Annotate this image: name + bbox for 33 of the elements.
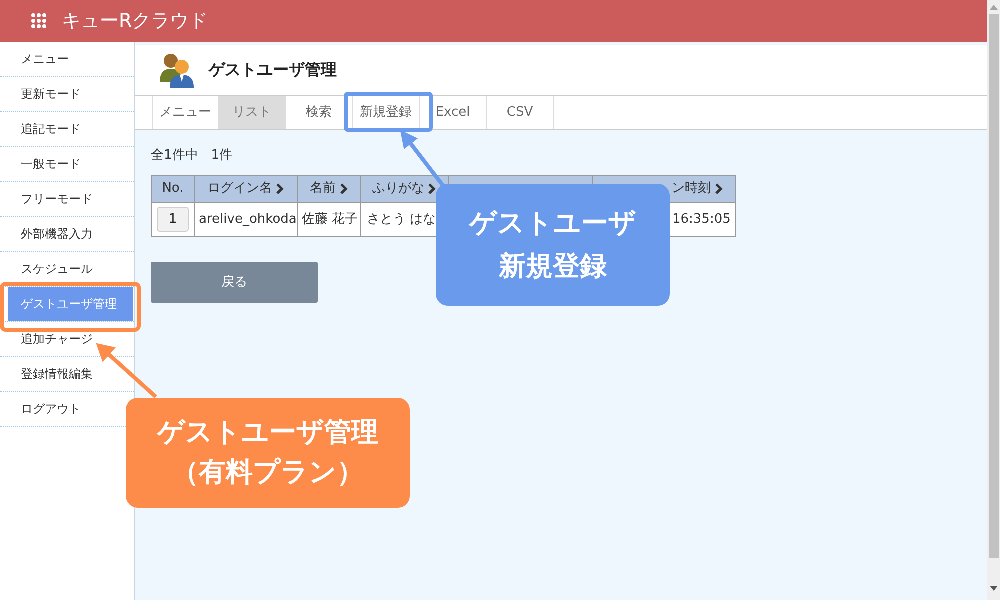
- table-cell: 佐藤 花子: [302, 212, 358, 227]
- table-cell: 16:35:05: [672, 212, 731, 227]
- result-count: 全1件中 1件: [151, 148, 233, 164]
- sidebar-item[interactable]: 登録情報編集: [21, 366, 93, 382]
- sidebar-item[interactable]: 追加チャージ: [21, 331, 93, 347]
- sort-chevron-icon[interactable]: [714, 183, 723, 195]
- table-cell: arelive_ohkoda: [199, 212, 297, 227]
- page-title: ゲストユーザ管理: [209, 59, 337, 81]
- scroll-down-icon[interactable]: [990, 586, 998, 591]
- sort-chevron-icon[interactable]: [340, 183, 348, 195]
- back-button[interactable]: 戻る: [151, 262, 318, 303]
- sidebar-item[interactable]: 一般モード: [21, 156, 81, 172]
- sort-chevron-icon[interactable]: [428, 183, 436, 195]
- sidebar-item[interactable]: メニュー: [21, 51, 69, 67]
- callout-text: ゲストユーザ: [470, 207, 636, 241]
- sidebar-item[interactable]: 更新モード: [21, 86, 81, 102]
- users-icon: [159, 52, 195, 88]
- sidebar-item[interactable]: ログアウト: [21, 401, 81, 417]
- column-header: No.: [162, 180, 184, 198]
- sidebar-item[interactable]: スケジュール: [21, 261, 93, 277]
- callout-text: ゲストユーザ管理: [158, 416, 378, 450]
- row-number-button[interactable]: 1: [157, 207, 189, 232]
- app-title: キューRクラウド: [62, 8, 208, 34]
- sidebar-item[interactable]: フリーモード: [21, 191, 93, 207]
- tab[interactable]: メニュー: [152, 96, 219, 129]
- callout-text: 新規登録: [499, 250, 607, 284]
- table-cell: さとう はな: [366, 212, 436, 227]
- sort-chevron-icon[interactable]: [276, 183, 284, 195]
- scrollbar-thumb[interactable]: [988, 14, 998, 558]
- sidebar-item[interactable]: 追記モード: [21, 121, 81, 137]
- callout-text: （有料プラン）: [172, 456, 364, 490]
- apps-grid-icon[interactable]: [31, 13, 47, 29]
- sidebar-item[interactable]: 外部機器入力: [21, 226, 93, 242]
